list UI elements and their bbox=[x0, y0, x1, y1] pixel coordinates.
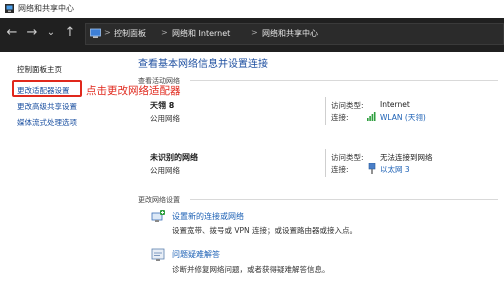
back-button[interactable]: ← bbox=[4, 25, 20, 41]
troubleshoot-desc: 诊断并修复网络问题，或者获得疑难解答信息。 bbox=[172, 265, 330, 274]
breadcrumb-network-sharing-center[interactable]: 网络和共享中心 bbox=[262, 28, 318, 39]
sidebar-item-advanced-sharing[interactable]: 更改高级共享设置 bbox=[17, 101, 77, 112]
setup-new-connection-desc: 设置宽带、拨号或 VPN 连接；或设置路由器或接入点。 bbox=[172, 226, 358, 235]
breadcrumb-separator: > bbox=[104, 28, 111, 37]
network-type: 公用网络 bbox=[150, 114, 180, 123]
column-divider bbox=[325, 97, 326, 125]
control-panel-icon bbox=[90, 28, 101, 38]
troubleshoot-icon bbox=[151, 248, 165, 261]
sidebar-item-media-streaming[interactable]: 媒体流式处理选项 bbox=[17, 117, 77, 128]
access-type-value: 无法连接到网络 bbox=[380, 153, 433, 162]
access-type-label: 访问类型: bbox=[331, 153, 364, 162]
network-name: 天翎 8 bbox=[150, 101, 175, 110]
forward-button[interactable]: → bbox=[24, 25, 40, 41]
connection-label: 连接: bbox=[331, 113, 349, 122]
breadcrumb-separator: > bbox=[251, 28, 258, 37]
access-type-label: 访问类型: bbox=[331, 101, 364, 110]
connection-label: 连接: bbox=[331, 165, 349, 174]
troubleshoot-link[interactable]: 问题疑难解答 bbox=[172, 249, 220, 260]
network-center-icon bbox=[5, 4, 14, 13]
setup-new-connection-link[interactable]: 设置新的连接或网络 bbox=[172, 211, 244, 222]
window-title: 网络和共享中心 bbox=[18, 4, 74, 13]
network-type: 公用网络 bbox=[150, 166, 180, 175]
access-type-value: Internet bbox=[380, 100, 410, 109]
section-divider bbox=[190, 199, 498, 200]
change-settings-label: 更改网络设置 bbox=[138, 196, 180, 204]
up-button[interactable]: ↑ bbox=[62, 25, 78, 41]
wifi-signal-icon bbox=[367, 112, 376, 121]
sidebar-item-control-panel-home[interactable]: 控制面板主页 bbox=[17, 64, 62, 75]
recent-dropdown-button[interactable]: ⌄ bbox=[43, 25, 59, 41]
breadcrumb-network-internet[interactable]: 网络和 Internet bbox=[172, 28, 230, 39]
ethernet-icon bbox=[368, 163, 376, 174]
column-divider bbox=[325, 149, 326, 177]
breadcrumb-control-panel[interactable]: 控制面板 bbox=[114, 28, 146, 39]
network-name: 未识别的网络 bbox=[150, 153, 198, 162]
title-bar bbox=[0, 0, 504, 18]
ethernet-connection-link[interactable]: 以太网 3 bbox=[380, 164, 410, 175]
page-title: 查看基本网络信息并设置连接 bbox=[138, 59, 268, 70]
wlan-connection-link[interactable]: WLAN (天翎) bbox=[380, 112, 426, 123]
active-networks-label: 查看活动网络 bbox=[138, 77, 180, 85]
breadcrumb-separator: > bbox=[161, 28, 168, 37]
section-divider bbox=[190, 80, 498, 81]
new-connection-icon bbox=[151, 210, 165, 222]
highlight-box bbox=[12, 80, 82, 97]
